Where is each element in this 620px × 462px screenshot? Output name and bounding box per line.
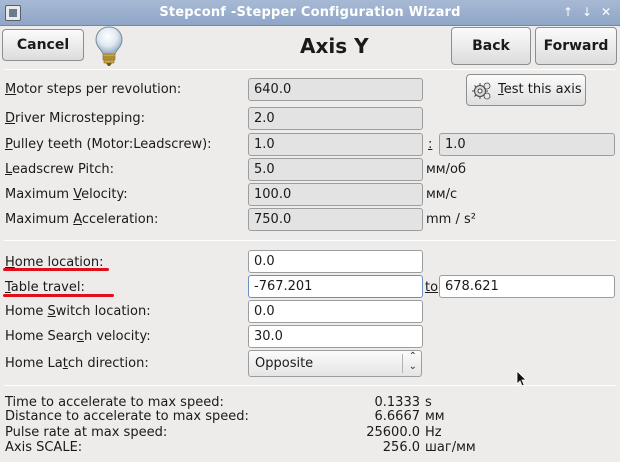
pulley-motor-field[interactable]: 1.0 bbox=[248, 133, 423, 156]
latch-direction-select[interactable]: Opposite ⌃ ⌄ bbox=[248, 350, 422, 377]
max-acceleration-field[interactable]: 750.0 bbox=[248, 208, 423, 231]
max-velocity-label: Maximum Velocity: bbox=[5, 187, 128, 202]
stat-time-value: 0.1333 bbox=[374, 395, 421, 410]
annotation-underline bbox=[3, 294, 114, 297]
leadscrew-pitch-field[interactable]: 5.0 bbox=[248, 158, 423, 181]
velocity-unit: мм/с bbox=[426, 187, 458, 202]
stat-pulse-unit: Hz bbox=[425, 425, 442, 440]
gear-icon bbox=[472, 82, 491, 100]
table-travel-min-field[interactable]: -767.201 bbox=[248, 275, 423, 298]
stat-time-label: Time to accelerate to max speed: bbox=[5, 395, 224, 410]
window-titlebar[interactable]: Stepconf -Stepper Configuration Wizard ↑… bbox=[0, 0, 620, 26]
separator bbox=[4, 69, 616, 70]
home-switch-field[interactable]: 0.0 bbox=[248, 300, 423, 323]
pulley-leadscrew-field[interactable]: 1.0 bbox=[439, 133, 615, 156]
home-search-velocity-field[interactable]: 30.0 bbox=[248, 325, 423, 348]
arrow-down-icon[interactable]: ↓ bbox=[579, 5, 595, 21]
page-title: Axis Y bbox=[300, 34, 369, 58]
table-travel-label: Table travel: bbox=[5, 280, 85, 295]
acceleration-unit: mm / s² bbox=[426, 212, 476, 227]
pulley-separator: : bbox=[428, 137, 433, 152]
stat-scale-unit: шаг/мм bbox=[425, 440, 476, 455]
lightbulb-icon bbox=[95, 26, 123, 66]
steps-per-rev-field[interactable]: 640.0 bbox=[248, 78, 423, 101]
steps-per-rev-label: Motor steps per revolution: bbox=[5, 82, 182, 97]
home-switch-label: Home Switch location: bbox=[5, 304, 151, 319]
max-acceleration-label: Maximum Acceleration: bbox=[5, 212, 159, 227]
annotation-underline bbox=[3, 268, 109, 271]
window-title: Stepconf -Stepper Configuration Wizard bbox=[159, 5, 461, 20]
pitch-unit: мм/об bbox=[426, 162, 466, 177]
combo-divider bbox=[402, 354, 403, 373]
separator bbox=[4, 240, 616, 241]
stat-scale-value: 256.0 bbox=[382, 440, 420, 455]
forward-button[interactable]: Forward bbox=[535, 27, 617, 65]
stat-distance-label: Distance to accelerate to max speed: bbox=[5, 409, 249, 424]
table-travel-to-label: to bbox=[425, 280, 439, 295]
table-travel-max-field[interactable]: 678.621 bbox=[439, 275, 615, 298]
microstepping-field[interactable]: 2.0 bbox=[248, 107, 423, 130]
test-axis-button[interactable]: Test this axis bbox=[466, 74, 586, 106]
pulley-teeth-label: Pulley teeth (Motor:Leadscrew): bbox=[5, 137, 212, 152]
stat-distance-unit: мм bbox=[425, 409, 445, 424]
close-icon[interactable]: ✕ bbox=[598, 5, 614, 21]
stat-time-unit: s bbox=[425, 395, 432, 410]
test-axis-label: Test this axis bbox=[498, 82, 582, 97]
arrow-up-icon[interactable]: ↑ bbox=[560, 5, 576, 21]
max-velocity-field[interactable]: 100.0 bbox=[248, 183, 423, 206]
back-button[interactable]: Back bbox=[451, 27, 531, 65]
home-location-field[interactable]: 0.0 bbox=[248, 250, 423, 273]
latch-direction-value: Opposite bbox=[255, 356, 314, 371]
home-search-velocity-label: Home Search velocity: bbox=[5, 329, 151, 344]
stat-pulse-value: 25600.0 bbox=[366, 425, 420, 440]
leadscrew-pitch-label: Leadscrew Pitch: bbox=[5, 162, 115, 177]
microstepping-label: Driver Microstepping: bbox=[5, 111, 145, 126]
stat-scale-label: Axis SCALE: bbox=[5, 440, 83, 455]
home-latch-label: Home Latch direction: bbox=[5, 356, 149, 371]
separator bbox=[4, 385, 616, 386]
chevron-updown-icon: ⌃ ⌄ bbox=[408, 351, 417, 372]
stat-pulse-label: Pulse rate at max speed: bbox=[5, 425, 168, 440]
stat-distance-value: 6.6667 bbox=[374, 409, 421, 424]
cancel-button[interactable]: Cancel bbox=[2, 29, 84, 61]
